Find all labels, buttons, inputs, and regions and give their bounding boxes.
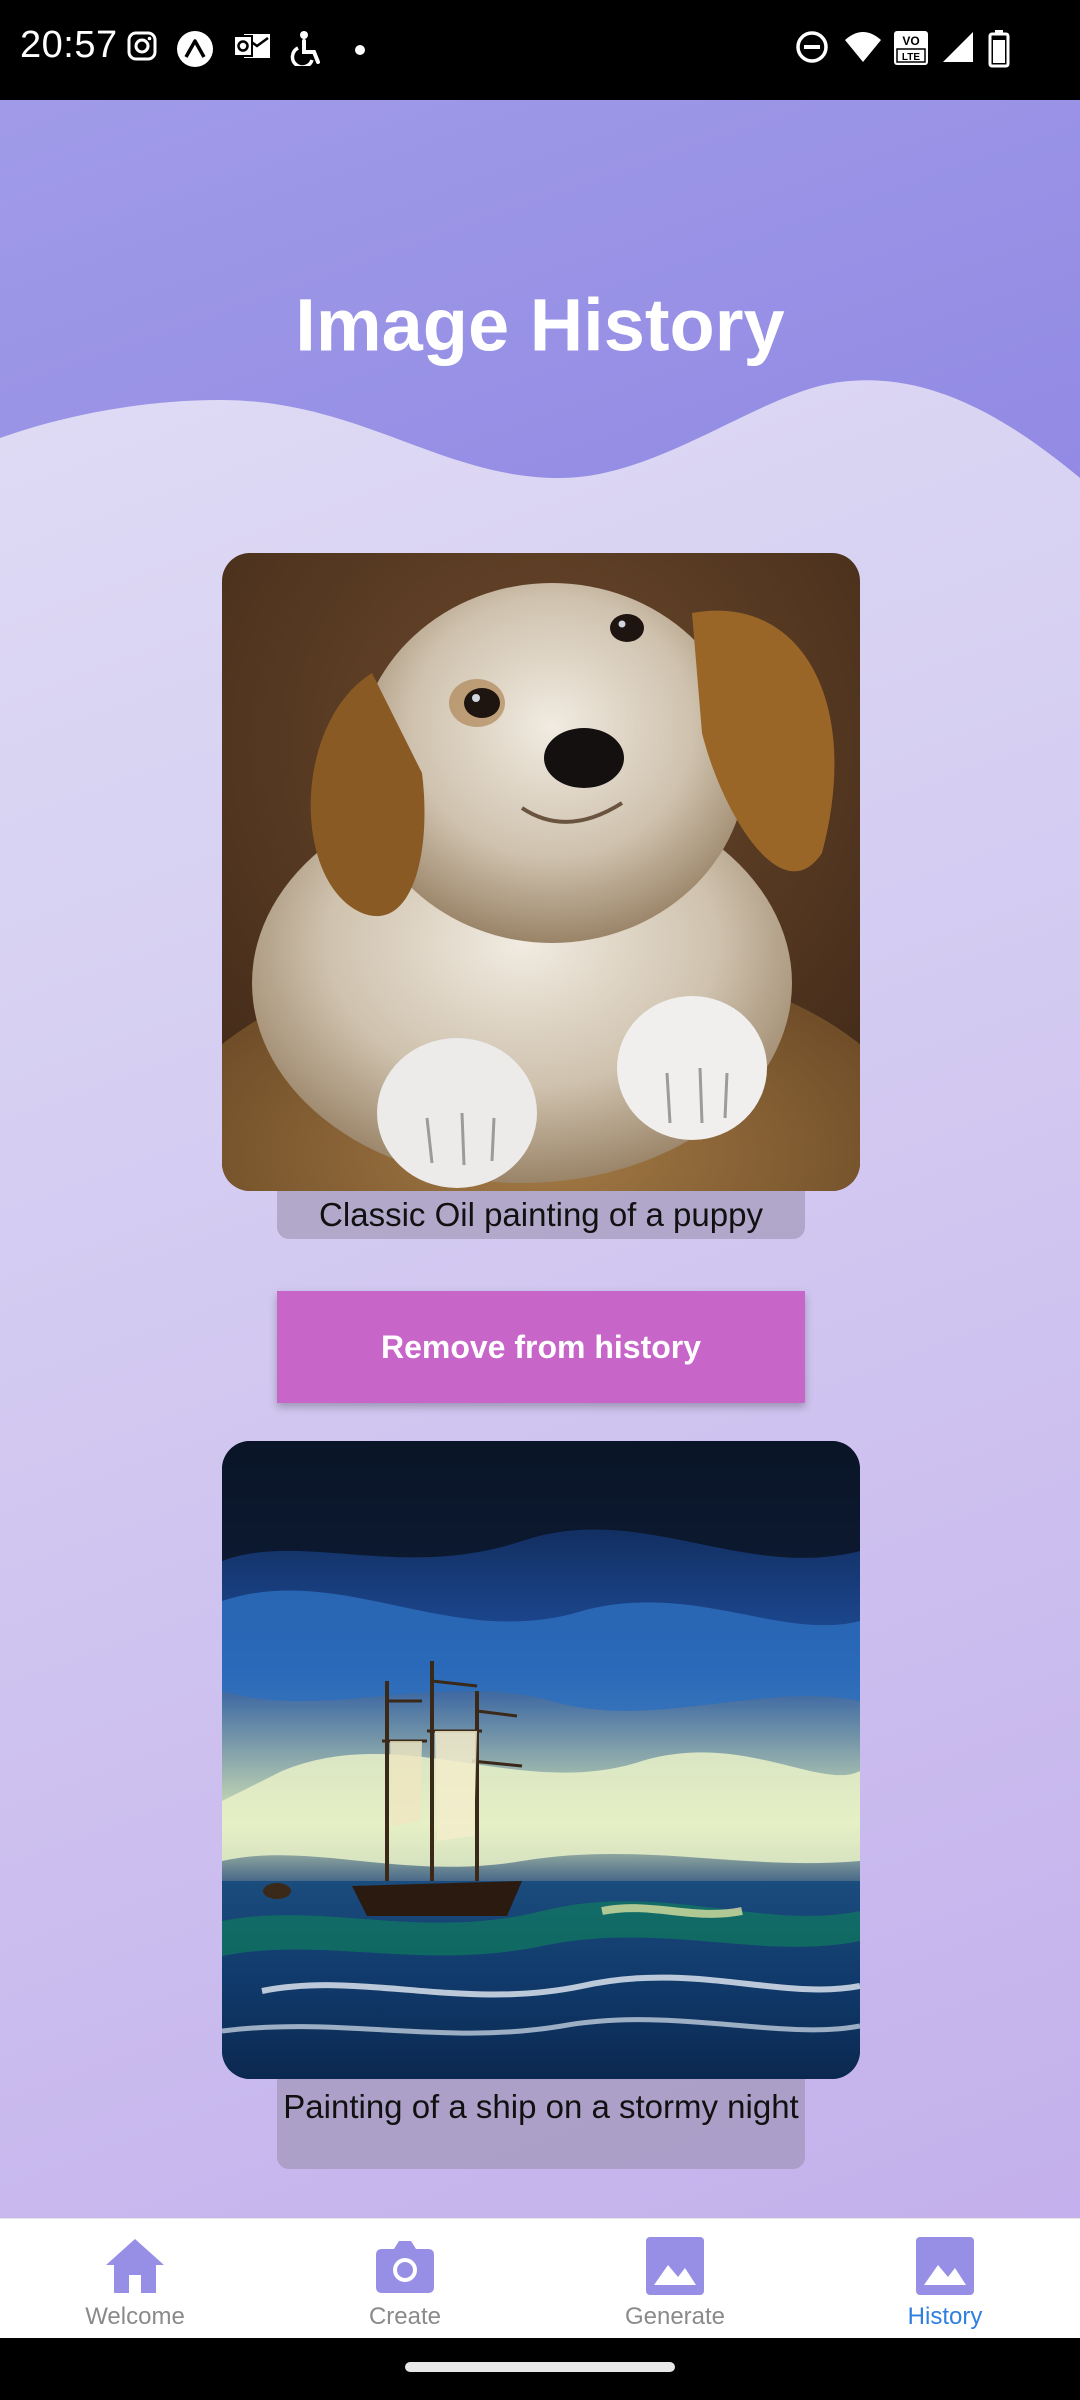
remove-from-history-button[interactable]: Remove from history xyxy=(277,1291,805,1403)
nav-generate[interactable]: Generate xyxy=(540,2219,810,2339)
caption-puppy: Classic Oil painting of a puppy xyxy=(277,1191,805,1239)
instagram-icon xyxy=(127,31,157,61)
nav-label-generate: Generate xyxy=(624,2303,726,2330)
status-time: 20:57 xyxy=(20,24,118,66)
gesture-area xyxy=(0,2338,1080,2400)
history-image-puppy[interactable] xyxy=(222,553,860,1191)
puppy-painting xyxy=(222,553,860,1191)
nav-label-create: Create xyxy=(368,2303,442,2330)
image-icon xyxy=(646,2237,704,2295)
volte-icon: VO LTE xyxy=(894,31,928,65)
camera-icon xyxy=(376,2241,434,2293)
bottom-navigation: Welcome Create Generate History xyxy=(0,2218,1080,2339)
nav-welcome[interactable]: Welcome xyxy=(0,2219,270,2339)
outlook-icon xyxy=(233,34,270,58)
caption-ship: Painting of a ship on a stormy night xyxy=(277,2079,805,2169)
nav-label-history: History xyxy=(907,2303,983,2330)
home-gesture-bar[interactable] xyxy=(405,2362,675,2372)
nav-create[interactable]: Create xyxy=(270,2219,540,2339)
signal-icon xyxy=(943,32,973,62)
history-image-ship[interactable] xyxy=(222,1441,860,2079)
dnd-icon xyxy=(796,31,828,63)
nav-label-welcome: Welcome xyxy=(85,2303,185,2330)
nav-history[interactable]: History xyxy=(810,2219,1080,2339)
dot-icon xyxy=(355,45,365,55)
wifi-icon xyxy=(845,32,881,62)
ship-painting xyxy=(222,1441,860,2079)
svg-text:VO: VO xyxy=(902,34,919,48)
history-screen[interactable]: Image History Classic Oil painting of a … xyxy=(0,100,1080,2218)
image-icon xyxy=(916,2237,974,2295)
battery-icon xyxy=(988,30,1010,68)
expo-icon xyxy=(177,31,213,67)
accessibility-icon xyxy=(290,31,320,66)
home-icon xyxy=(106,2239,164,2293)
svg-text:LTE: LTE xyxy=(902,52,920,63)
status-bar: 20:57 VO LTE xyxy=(0,0,1080,100)
page-title: Image History xyxy=(295,283,785,367)
